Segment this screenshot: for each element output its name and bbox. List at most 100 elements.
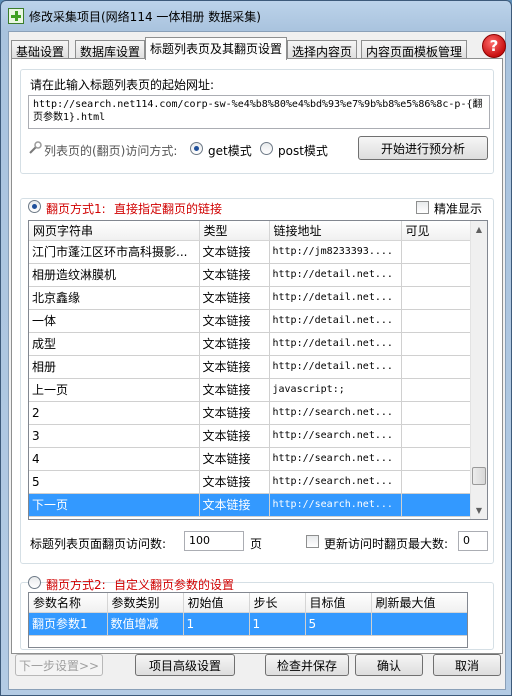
link-visible-cell[interactable]: [401, 286, 472, 310]
link-text-cell[interactable]: 2: [29, 401, 200, 425]
link-visible-cell[interactable]: [401, 470, 472, 494]
table-row[interactable]: 3 文本链接 http://search.net...: [29, 424, 472, 448]
link-visible-cell[interactable]: [401, 493, 472, 517]
check-and-save-button[interactable]: 检查并保存: [265, 654, 349, 676]
scroll-up-icon[interactable]: ▲: [471, 221, 487, 238]
post-mode-label[interactable]: post模式: [278, 142, 328, 159]
link-url-cell[interactable]: http://search.net...: [269, 493, 402, 517]
advanced-settings-button[interactable]: 项目高级设置: [135, 654, 235, 676]
mode2-radio[interactable]: [28, 576, 41, 589]
link-visible-cell[interactable]: [401, 263, 472, 287]
link-url-cell[interactable]: http://detail.net...: [269, 263, 402, 287]
link-text-cell[interactable]: 下一页: [29, 493, 200, 517]
link-type-cell[interactable]: 文本链接: [199, 424, 270, 448]
table-row[interactable]: 一体 文本链接 http://detail.net...: [29, 309, 472, 333]
link-url-cell[interactable]: http://detail.net...: [269, 286, 402, 310]
link-text-cell[interactable]: 一体: [29, 309, 200, 333]
link-url-cell[interactable]: http://search.net...: [269, 447, 402, 471]
link-visible-cell[interactable]: [401, 447, 472, 471]
param-column-step[interactable]: 步长: [249, 593, 306, 613]
tab-select-content[interactable]: 选择内容页: [287, 40, 358, 59]
link-visible-cell[interactable]: [401, 424, 472, 448]
refresh-max-label[interactable]: 更新访问时翻页最大数:: [324, 535, 448, 552]
link-type-cell[interactable]: 文本链接: [199, 355, 270, 379]
column-header-text[interactable]: 网页字符串: [29, 221, 200, 241]
tab-content-template[interactable]: 内容页面模板管理: [361, 40, 468, 59]
exact-display-checkbox[interactable]: [416, 201, 429, 214]
link-visible-cell[interactable]: [401, 240, 472, 264]
param-row[interactable]: 翻页参数1 数值增减 1 1 5: [29, 612, 467, 636]
link-url-cell[interactable]: http://detail.net...: [269, 332, 402, 356]
get-mode-radio[interactable]: [190, 142, 203, 155]
link-text-cell[interactable]: 4: [29, 447, 200, 471]
max-pages-input[interactable]: 100: [184, 531, 244, 551]
mode2-label[interactable]: 翻页方式2:: [46, 576, 106, 593]
help-icon[interactable]: ?: [482, 34, 506, 58]
link-type-cell[interactable]: 文本链接: [199, 470, 270, 494]
param-column-refresh-max[interactable]: 刷新最大值: [371, 593, 467, 613]
refresh-max-input[interactable]: 0: [458, 531, 488, 551]
table-row[interactable]: 上一页 文本链接 javascript:;: [29, 378, 472, 402]
param-grid[interactable]: 参数名称 参数类别 初始值 步长 目标值 刷新最大值 翻页参数1 数值增减 1: [28, 592, 468, 648]
param-column-initial[interactable]: 初始值: [183, 593, 250, 613]
tab-list-page-settings[interactable]: 标题列表页及其翻页设置: [145, 37, 288, 60]
table-row[interactable]: 2 文本链接 http://search.net...: [29, 401, 472, 425]
exact-display-label[interactable]: 精准显示: [434, 200, 482, 217]
link-url-cell[interactable]: javascript:;: [269, 378, 402, 402]
param-column-name[interactable]: 参数名称: [29, 593, 108, 613]
tab-database-settings[interactable]: 数据库设置: [75, 40, 146, 59]
link-text-cell[interactable]: 成型: [29, 332, 200, 356]
link-text-cell[interactable]: 相册: [29, 355, 200, 379]
scroll-down-icon[interactable]: ▼: [471, 502, 487, 519]
param-step-cell[interactable]: 1: [249, 612, 306, 636]
param-column-category[interactable]: 参数类别: [107, 593, 184, 613]
start-url-input[interactable]: http://search.net114.com/corp-sw-%e4%b8%…: [28, 95, 490, 129]
table-row[interactable]: 相册 文本链接 http://detail.net...: [29, 355, 472, 379]
param-target-cell[interactable]: 5: [305, 612, 372, 636]
link-visible-cell[interactable]: [401, 332, 472, 356]
link-type-cell[interactable]: 文本链接: [199, 493, 270, 517]
link-visible-cell[interactable]: [401, 378, 472, 402]
table-row[interactable]: 相册造纹淋膜机 文本链接 http://detail.net...: [29, 263, 472, 287]
column-header-type[interactable]: 类型: [199, 221, 270, 241]
link-type-cell[interactable]: 文本链接: [199, 378, 270, 402]
link-url-cell[interactable]: http://detail.net...: [269, 309, 402, 333]
table-row[interactable]: 江门市蓬江区环市高科摄影... 文本链接 http://jm8233393....: [29, 240, 472, 264]
column-header-visible[interactable]: 可见: [401, 221, 472, 241]
link-url-cell[interactable]: http://jm8233393....: [269, 240, 402, 264]
preview-analysis-button[interactable]: 开始进行预分析: [358, 136, 488, 160]
param-name-cell[interactable]: 翻页参数1: [29, 612, 108, 636]
link-type-cell[interactable]: 文本链接: [199, 309, 270, 333]
link-text-cell[interactable]: 5: [29, 470, 200, 494]
post-mode-radio[interactable]: [260, 142, 273, 155]
param-column-target[interactable]: 目标值: [305, 593, 372, 613]
link-url-cell[interactable]: http://detail.net...: [269, 355, 402, 379]
link-visible-cell[interactable]: [401, 401, 472, 425]
param-refresh-max-cell[interactable]: [371, 612, 467, 636]
title-bar[interactable]: 修改采集项目(网络114 一体相册 数据采集): [1, 1, 511, 31]
link-text-cell[interactable]: 相册造纹淋膜机: [29, 263, 200, 287]
link-visible-cell[interactable]: [401, 355, 472, 379]
link-url-cell[interactable]: http://search.net...: [269, 401, 402, 425]
link-text-cell[interactable]: 江门市蓬江区环市高科摄影...: [29, 240, 200, 264]
table-row[interactable]: 4 文本链接 http://search.net...: [29, 447, 472, 471]
link-url-cell[interactable]: http://search.net...: [269, 470, 402, 494]
link-type-cell[interactable]: 文本链接: [199, 240, 270, 264]
link-type-cell[interactable]: 文本链接: [199, 263, 270, 287]
link-text-cell[interactable]: 北京鑫缘: [29, 286, 200, 310]
link-text-cell[interactable]: 上一页: [29, 378, 200, 402]
link-grid-scrollbar[interactable]: ▲ ▼: [470, 221, 487, 519]
cancel-button[interactable]: 取消: [433, 654, 501, 676]
column-header-url[interactable]: 链接地址: [269, 221, 402, 241]
link-type-cell[interactable]: 文本链接: [199, 286, 270, 310]
link-url-cell[interactable]: http://search.net...: [269, 424, 402, 448]
link-list-grid[interactable]: 网页字符串 类型 链接地址 可见 江门市蓬江区环市高科摄影... 文本链接 http…: [28, 220, 488, 520]
link-type-cell[interactable]: 文本链接: [199, 332, 270, 356]
scroll-thumb[interactable]: [472, 467, 486, 485]
table-row[interactable]: 下一页 文本链接 http://search.net...: [29, 493, 472, 517]
ok-button[interactable]: 确认: [355, 654, 423, 676]
link-type-cell[interactable]: 文本链接: [199, 447, 270, 471]
mode1-label[interactable]: 翻页方式1:: [46, 200, 106, 217]
link-visible-cell[interactable]: [401, 309, 472, 333]
mode1-radio[interactable]: [28, 200, 41, 213]
